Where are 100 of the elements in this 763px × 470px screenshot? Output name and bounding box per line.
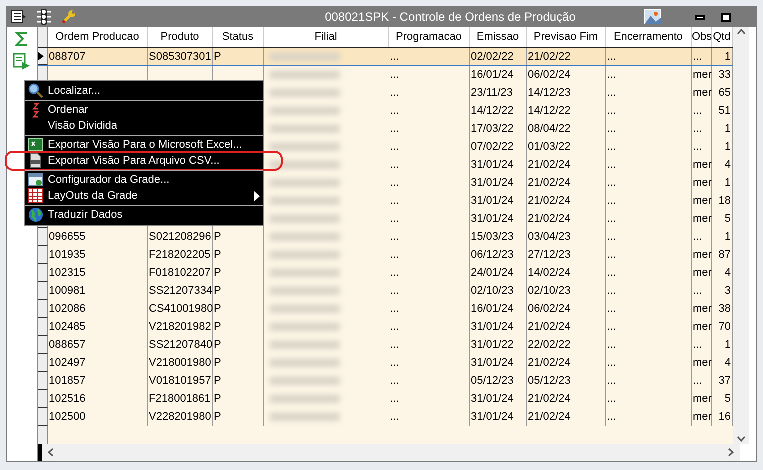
submenu-arrow-icon xyxy=(254,190,260,202)
sum-icon[interactable] xyxy=(15,31,29,47)
row-header[interactable] xyxy=(38,282,48,300)
table-cell: ... xyxy=(607,87,616,99)
scroll-down-icon[interactable] xyxy=(736,436,746,442)
row-header[interactable] xyxy=(38,372,48,390)
row-header[interactable] xyxy=(38,408,48,426)
table-cell: 31/01/22 xyxy=(471,339,514,351)
table-row[interactable]: 101857 V018101957 P ... 05/12/23 05/12/23 ... ... 37 xyxy=(38,372,733,390)
row-header[interactable] xyxy=(38,228,48,246)
table-cell: mer xyxy=(693,195,712,207)
row-header[interactable] xyxy=(38,318,48,336)
scroll-up-icon[interactable] xyxy=(736,29,746,35)
column-header[interactable]: Obs xyxy=(692,27,712,47)
wrench-icon[interactable] xyxy=(61,9,77,25)
row-header[interactable] xyxy=(38,48,48,65)
list-icon[interactable] xyxy=(11,10,27,24)
table-row[interactable]: 088657 SS21207840P ... 31/01/22 22/02/22 ... ... 1 xyxy=(38,336,733,354)
menu-item[interactable]: Traduzir Dados xyxy=(25,207,263,223)
table-cell: 70 xyxy=(718,321,731,333)
table-row[interactable]: 102086 CS41001980P ... 16/01/24 06/02/24 ... mer 38 xyxy=(38,300,733,318)
list-export-icon[interactable] xyxy=(13,53,31,71)
traffic-light-icon[interactable] xyxy=(37,9,51,25)
blurred-text xyxy=(270,179,340,187)
picture-icon[interactable] xyxy=(644,9,662,25)
column-header[interactable]: Programacao xyxy=(389,27,470,47)
menu-item[interactable]: Exportar Visão Para Arquivo CSV... xyxy=(7,153,281,169)
table-cell: ... xyxy=(390,87,400,99)
column-header[interactable]: Produto xyxy=(148,27,213,47)
table-cell: ... xyxy=(390,375,400,387)
table-cell: 17/03/22 xyxy=(471,123,514,135)
table-row[interactable]: 102500 V228201980 P ... 31/01/24 21/02/24 ... mer 16 xyxy=(38,408,733,426)
table-cell: 07/02/22 xyxy=(471,141,514,153)
column-header[interactable]: Encerramento xyxy=(606,27,692,47)
blurred-text xyxy=(270,161,340,169)
table-cell: 14/12/23 xyxy=(528,87,571,99)
table-cell: mer xyxy=(693,213,712,225)
table-cell: 18 xyxy=(718,195,731,207)
table-row[interactable]: 102315 F018102207 P ... 24/01/24 14/02/24 ... mer 4 xyxy=(38,264,733,282)
table-cell: 102315 xyxy=(49,267,86,279)
table-cell: 31/01/24 xyxy=(471,195,514,207)
table-cell: ... xyxy=(607,393,616,405)
table-cell: ... xyxy=(390,285,400,297)
table-cell: 21/02/24 xyxy=(528,177,571,189)
row-header[interactable] xyxy=(38,300,48,318)
table-cell: ... xyxy=(693,375,702,387)
table-cell: ... xyxy=(693,123,702,135)
scroll-right-icon[interactable] xyxy=(728,448,734,457)
row-header[interactable] xyxy=(38,390,48,408)
table-row[interactable]: 101935 F218202205 P ... 06/12/23 27/12/23 ... mer 87 xyxy=(38,246,733,264)
table-cell: ... xyxy=(607,213,616,225)
table-row[interactable]: 088707 S085307301 P ... 02/02/22 21/02/22 ... ... 1 xyxy=(38,48,733,66)
horizontal-scrollbar[interactable] xyxy=(38,444,740,461)
table-cell: ... xyxy=(390,195,400,207)
table-cell: mer xyxy=(693,321,712,333)
table-row[interactable]: 102485 V218201982 P ... 31/01/24 21/02/24 ... mer 70 xyxy=(38,318,733,336)
row-header[interactable] xyxy=(38,354,48,372)
column-header[interactable]: Filial xyxy=(264,27,389,47)
table-cell: 23/11/23 xyxy=(471,87,514,99)
table-cell: ... xyxy=(390,339,400,351)
menu-item[interactable]: Visão Dividida xyxy=(25,118,263,134)
table-cell: ... xyxy=(390,303,400,315)
scroll-left-icon[interactable] xyxy=(48,448,54,457)
table-cell: P xyxy=(214,357,222,369)
table-cell: V228201980 xyxy=(149,411,212,423)
table-cell: 06/02/24 xyxy=(528,303,571,315)
table-row[interactable]: 100981 SS21207334P ... 02/10/23 02/10/23 ... ... 3 xyxy=(38,282,733,300)
table-cell: mer xyxy=(693,159,712,171)
window-title: 008021SPK - Controle de Ordens de Produção xyxy=(324,9,577,26)
row-header[interactable] xyxy=(38,246,48,264)
table-cell: mer xyxy=(693,303,712,315)
table-cell: 21/02/24 xyxy=(528,159,571,171)
column-header[interactable]: Emissao xyxy=(470,27,527,47)
column-header[interactable]: Previsao Fim xyxy=(527,27,606,47)
table-cell: 21/02/24 xyxy=(528,357,571,369)
table-row[interactable]: 102497 V218001980 P ... 31/01/24 21/02/24 ... mer 4 xyxy=(38,354,733,372)
blurred-text xyxy=(270,143,340,151)
row-header[interactable] xyxy=(38,264,48,282)
maximize-button[interactable] xyxy=(718,10,734,24)
menu-item[interactable]: Exportar Visão Para o Microsoft Excel... xyxy=(25,137,263,153)
column-header[interactable]: Ordem Producao xyxy=(48,27,148,47)
table-cell: ... xyxy=(607,159,616,171)
blurred-text xyxy=(270,215,340,223)
table-cell: ... xyxy=(693,105,702,117)
table-row[interactable]: 102516 F218001861 P ... 31/01/24 21/02/24 ... mer 5 xyxy=(38,390,733,408)
column-header[interactable]: Status xyxy=(213,27,264,47)
table-cell: ... xyxy=(390,123,400,135)
table-cell: 101935 xyxy=(49,249,86,261)
row-header[interactable] xyxy=(38,336,48,354)
table-cell: S085307301 xyxy=(149,51,212,63)
vertical-scrollbar[interactable] xyxy=(733,27,749,444)
table-cell: 31/01/24 xyxy=(471,159,514,171)
table-cell: V018101957 xyxy=(149,375,212,387)
table-cell: 22/02/22 xyxy=(528,339,571,351)
menu-item[interactable]: Ordenar xyxy=(25,102,263,118)
table-cell: P xyxy=(214,267,222,279)
table-cell: 4 xyxy=(724,267,731,279)
table-row[interactable]: 096655 S021208296 P ... 15/03/23 03/04/23 ... ... 1 xyxy=(38,228,733,246)
table-cell: ... xyxy=(607,321,616,333)
table-cell: 14/12/22 xyxy=(528,105,571,117)
